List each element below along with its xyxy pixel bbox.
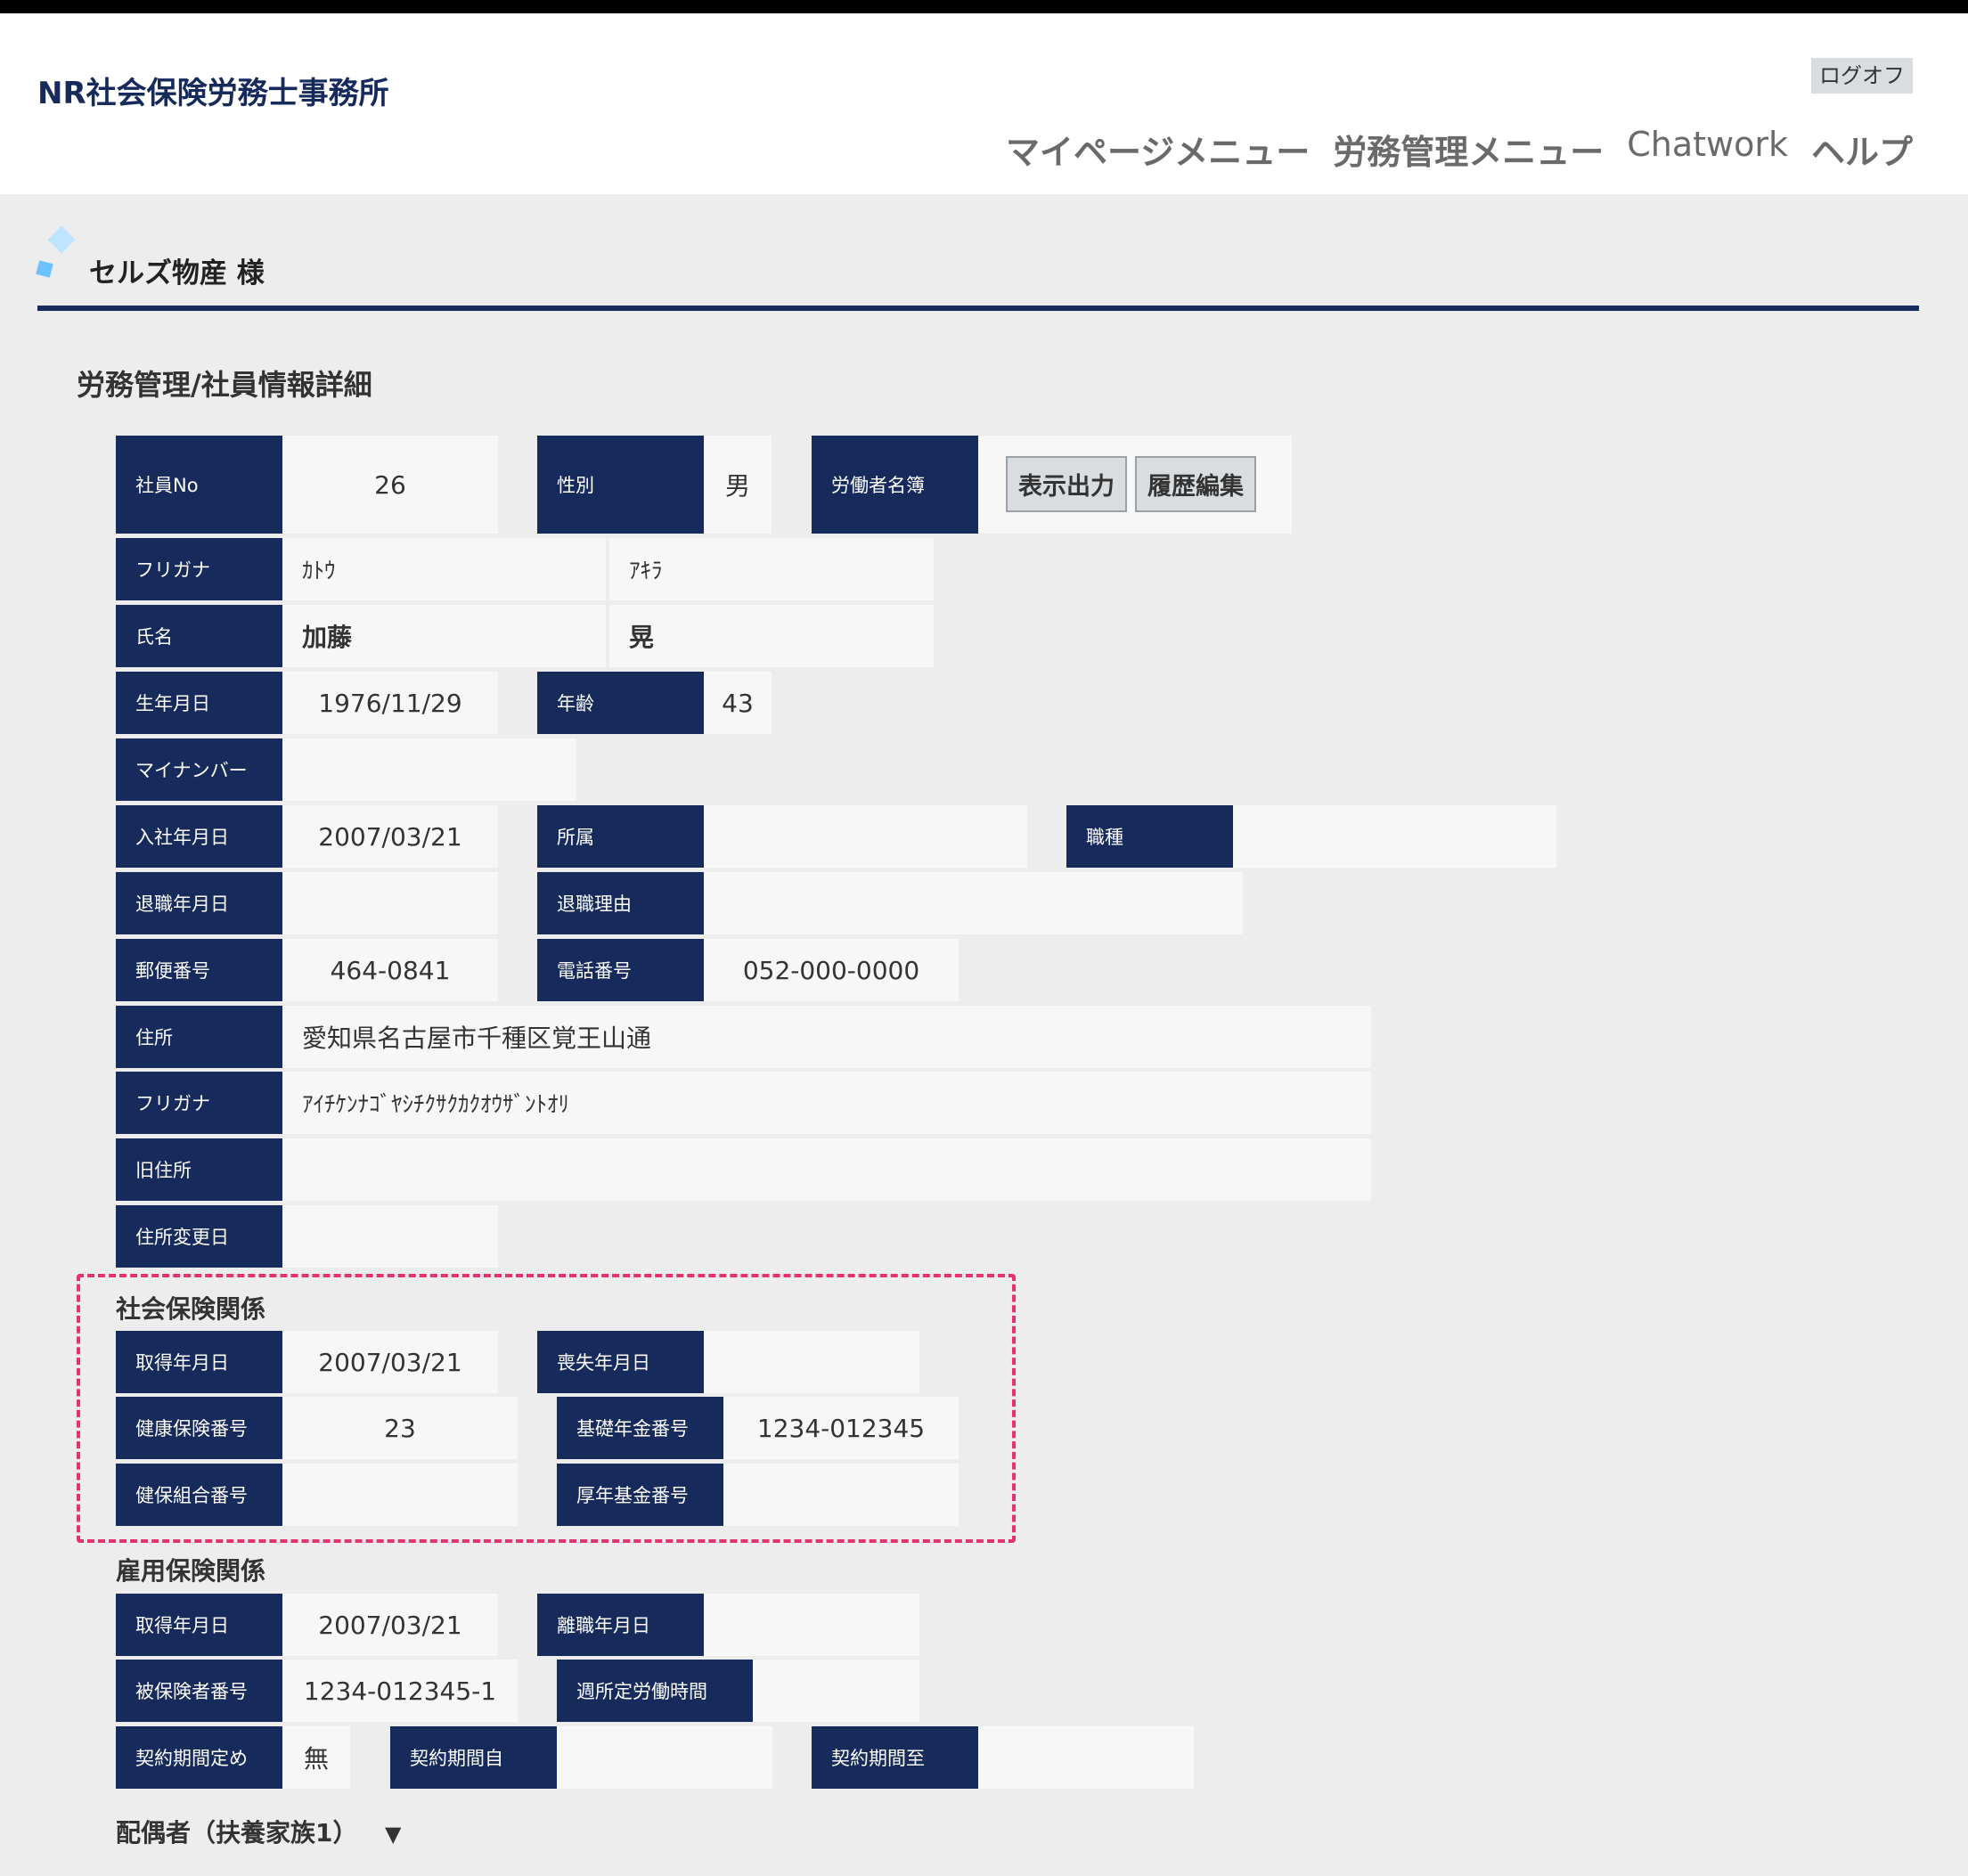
main-nav: マイページメニュー 労務管理メニュー Chatwork ヘルプ (1006, 125, 1913, 174)
label-my-number: マイナンバー (116, 738, 282, 801)
value-age: 43 (704, 672, 772, 734)
value-join-date: 2007/03/21 (282, 805, 498, 868)
value-department (704, 805, 1027, 868)
label-pension-fund-no: 厚年基金番号 (557, 1464, 723, 1526)
label-health-union-no: 健保組合番号 (116, 1464, 282, 1526)
value-health-insurance-no: 23 (282, 1397, 518, 1459)
label-weekly-work-hours: 週所定労働時間 (557, 1660, 753, 1722)
value-name-first: 晃 (609, 605, 934, 667)
social-insurance-title: 社会保険関係 (116, 1294, 266, 1324)
value-ei-left-date (704, 1594, 919, 1656)
value-address-change-date (282, 1205, 498, 1268)
label-insured-no: 被保険者番号 (116, 1660, 282, 1722)
label-employee-no: 社員No (116, 436, 282, 534)
label-health-insurance-no: 健康保険番号 (116, 1397, 282, 1459)
label-address-furigana: フリガナ (116, 1072, 282, 1134)
label-job-type: 職種 (1066, 805, 1233, 868)
display-output-button[interactable]: 表示出力 (1006, 456, 1127, 512)
nav-labor-menu[interactable]: 労務管理メニュー (1333, 125, 1604, 174)
history-edit-button[interactable]: 履歴編集 (1135, 456, 1256, 512)
value-address: 愛知県名古屋市千種区覚王山通 (282, 1006, 1371, 1068)
logoff-button[interactable]: ログオフ (1811, 58, 1913, 94)
value-phone: 052-000-0000 (704, 939, 959, 1001)
label-gender: 性別 (537, 436, 704, 534)
value-furigana-first: ｱｷﾗ (609, 538, 934, 600)
value-weekly-work-hours (753, 1660, 919, 1722)
label-retire-reason: 退職理由 (537, 872, 704, 934)
company-divider (37, 306, 1919, 311)
label-ei-left-date: 離職年月日 (537, 1594, 704, 1656)
value-employee-no: 26 (282, 436, 498, 534)
office-name: NR社会保険労務士事務所 (37, 76, 389, 111)
label-birth-date: 生年月日 (116, 672, 282, 734)
chevron-down-icon[interactable]: ▼ (385, 1822, 401, 1847)
value-retire-reason (704, 872, 1243, 934)
value-birth-date: 1976/11/29 (282, 672, 498, 734)
value-pension-fund-no (723, 1464, 959, 1526)
value-health-union-no (282, 1464, 518, 1526)
nav-mypage-menu[interactable]: マイページメニュー (1006, 125, 1310, 174)
value-job-type (1233, 805, 1556, 868)
page-title: 労務管理/社員情報詳細 (77, 368, 372, 402)
value-basic-pension-no: 1234-012345 (723, 1397, 959, 1459)
label-worker-roster: 労働者名簿 (812, 436, 978, 534)
value-ei-acquired-date: 2007/03/21 (282, 1594, 498, 1656)
employment-insurance-title: 雇用保険関係 (116, 1556, 266, 1586)
label-contract-period-to: 契約期間至 (812, 1726, 978, 1789)
company-name: セルズ物産 様 (89, 257, 265, 290)
label-ei-acquired-date: 取得年月日 (116, 1594, 282, 1656)
value-contract-period-to (978, 1726, 1194, 1789)
label-si-lost-date: 喪失年月日 (537, 1331, 704, 1393)
label-si-acquired-date: 取得年月日 (116, 1331, 282, 1393)
label-department: 所属 (537, 805, 704, 868)
label-age: 年齢 (537, 672, 704, 734)
label-join-date: 入社年月日 (116, 805, 282, 868)
value-gender: 男 (704, 436, 772, 534)
value-retire-date (282, 872, 498, 934)
nav-help[interactable]: ヘルプ (1811, 125, 1913, 174)
label-postal-code: 郵便番号 (116, 939, 282, 1001)
value-old-address (282, 1138, 1371, 1201)
label-old-address: 旧住所 (116, 1138, 282, 1201)
label-address-change-date: 住所変更日 (116, 1205, 282, 1268)
value-si-acquired-date: 2007/03/21 (282, 1331, 498, 1393)
value-si-lost-date (704, 1331, 919, 1393)
value-address-furigana: ｱｲﾁｹﾝﾅｺﾞﾔｼﾁｸｻｸｶｸｵｳｻﾞﾝﾄｵﾘ (282, 1072, 1371, 1134)
top-bar (0, 0, 1968, 13)
label-address: 住所 (116, 1006, 282, 1068)
dependents-title[interactable]: 配偶者（扶養家族1） (116, 1814, 357, 1849)
value-insured-no: 1234-012345-1 (282, 1660, 518, 1722)
label-retire-date: 退職年月日 (116, 872, 282, 934)
nav-chatwork[interactable]: Chatwork (1627, 125, 1788, 174)
value-name-last: 加藤 (282, 605, 606, 667)
label-contract-period-fixed: 契約期間定め (116, 1726, 282, 1789)
label-contract-period-from: 契約期間自 (390, 1726, 557, 1789)
label-furigana: フリガナ (116, 538, 282, 600)
value-furigana-last: ｶﾄｳ (282, 538, 606, 600)
company-marker-icon (36, 226, 76, 278)
label-name: 氏名 (116, 605, 282, 667)
value-contract-period-fixed: 無 (282, 1726, 350, 1789)
value-my-number (282, 738, 576, 801)
label-phone: 電話番号 (537, 939, 704, 1001)
value-postal-code: 464-0841 (282, 939, 498, 1001)
value-contract-period-from (557, 1726, 772, 1789)
label-basic-pension-no: 基礎年金番号 (557, 1397, 723, 1459)
